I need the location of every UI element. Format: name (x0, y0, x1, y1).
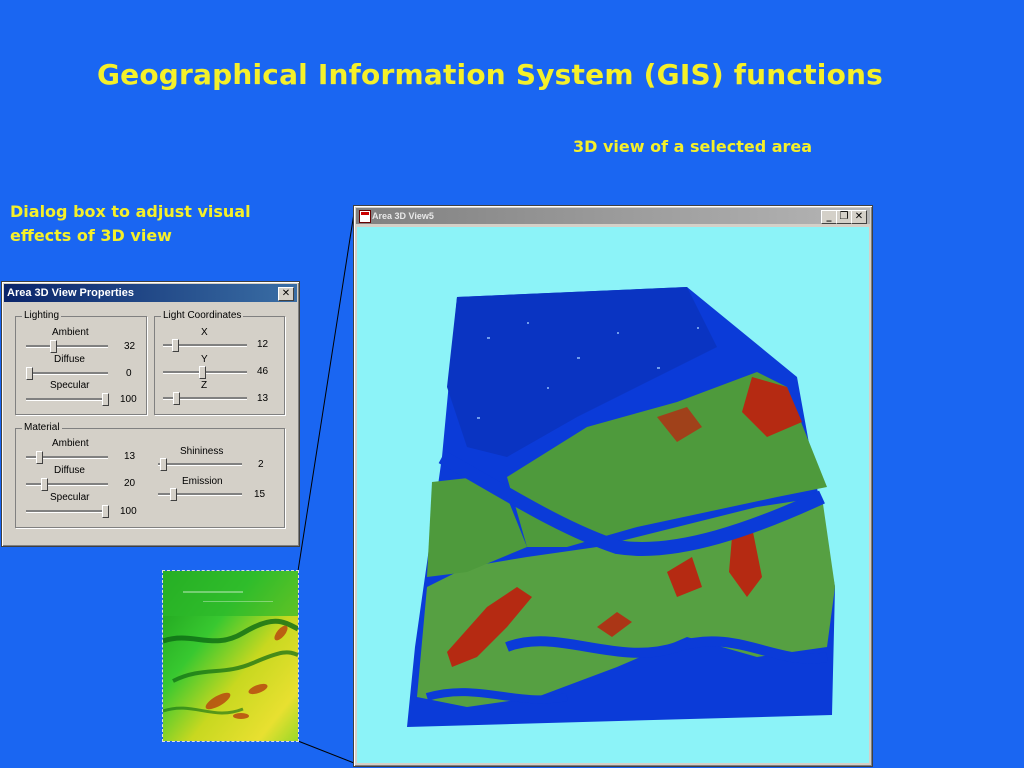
light-z-value: 13 (257, 393, 269, 404)
lighting-group-label: Lighting (22, 310, 62, 321)
light-x-thumb[interactable] (172, 339, 180, 352)
lighting-specular-slider[interactable] (26, 398, 108, 401)
material-ambient-label: Ambient (52, 438, 89, 449)
lighting-specular-thumb[interactable] (102, 393, 109, 406)
lighting-diffuse-thumb[interactable] (26, 367, 33, 380)
lighting-specular-label: Specular (50, 380, 90, 391)
material-shininess-value: 2 (258, 459, 264, 470)
window3d-title: Area 3D View5 (372, 211, 434, 221)
area-3d-view-window: Area 3D View5 _ ❐ ✕ (353, 205, 873, 767)
area-3d-view-properties-dialog: Area 3D View Properties ✕ Lighting Ambie… (1, 281, 300, 547)
close-icon[interactable]: ✕ (851, 210, 867, 224)
lighting-ambient-label: Ambient (52, 327, 89, 338)
material-diffuse-thumb[interactable] (41, 478, 49, 491)
material-group-label: Material (22, 422, 62, 433)
terrain-thumbnail-map (162, 570, 299, 742)
maximize-icon[interactable]: ❐ (836, 210, 852, 224)
lighting-specular-value: 100 (120, 394, 137, 405)
light-z-thumb[interactable] (173, 392, 181, 405)
material-diffuse-label: Diffuse (54, 465, 85, 476)
minimize-icon[interactable]: _ (821, 210, 837, 224)
lighting-ambient-slider[interactable] (26, 345, 108, 348)
light-x-value: 12 (257, 339, 269, 350)
material-specular-label: Specular (50, 492, 90, 503)
material-diffuse-slider[interactable] (26, 483, 108, 486)
light-z-label: Z (201, 380, 208, 391)
app-icon (359, 210, 371, 223)
material-shininess-slider[interactable] (158, 463, 242, 466)
3d-viewport[interactable] (357, 227, 869, 763)
connector-line-top (297, 212, 355, 572)
light-coordinates-group-label: Light Coordinates (161, 310, 244, 321)
dialog-titlebar[interactable]: Area 3D View Properties ✕ (4, 284, 297, 302)
close-icon[interactable]: ✕ (278, 287, 294, 301)
material-specular-thumb[interactable] (102, 505, 109, 518)
material-shininess-thumb[interactable] (159, 458, 167, 471)
window3d-titlebar[interactable]: Area 3D View5 _ ❐ ✕ (356, 208, 870, 224)
lighting-diffuse-value: 0 (126, 368, 132, 379)
light-y-thumb[interactable] (198, 366, 206, 379)
material-ambient-value: 13 (124, 451, 136, 462)
light-y-value: 46 (257, 366, 269, 377)
dialog-title: Area 3D View Properties (7, 287, 134, 299)
material-emission-label: Emission (182, 476, 223, 487)
material-specular-value: 100 (120, 506, 137, 517)
terrain-3d-render (407, 287, 835, 727)
light-y-label: Y (201, 354, 208, 365)
lighting-group: Lighting Ambient 32 Diffuse 0 Specular 1… (15, 310, 147, 415)
connector-line-bottom (297, 740, 355, 764)
lighting-ambient-value: 32 (124, 341, 136, 352)
material-diffuse-value: 20 (124, 478, 136, 489)
light-x-label: X (201, 327, 208, 338)
material-emission-value: 15 (254, 489, 266, 500)
lighting-diffuse-slider[interactable] (26, 372, 108, 375)
material-group: Material Ambient 13 Diffuse 20 Specular … (15, 422, 285, 528)
light-coordinates-group: Light Coordinates X 12 Y 46 Z 13 (154, 310, 285, 415)
material-ambient-thumb[interactable] (35, 451, 43, 464)
material-shininess-label: Shininess (180, 446, 224, 457)
lighting-ambient-thumb[interactable] (50, 340, 58, 353)
lighting-diffuse-label: Diffuse (54, 354, 85, 365)
material-specular-slider[interactable] (26, 510, 108, 513)
material-emission-thumb[interactable] (169, 488, 177, 501)
